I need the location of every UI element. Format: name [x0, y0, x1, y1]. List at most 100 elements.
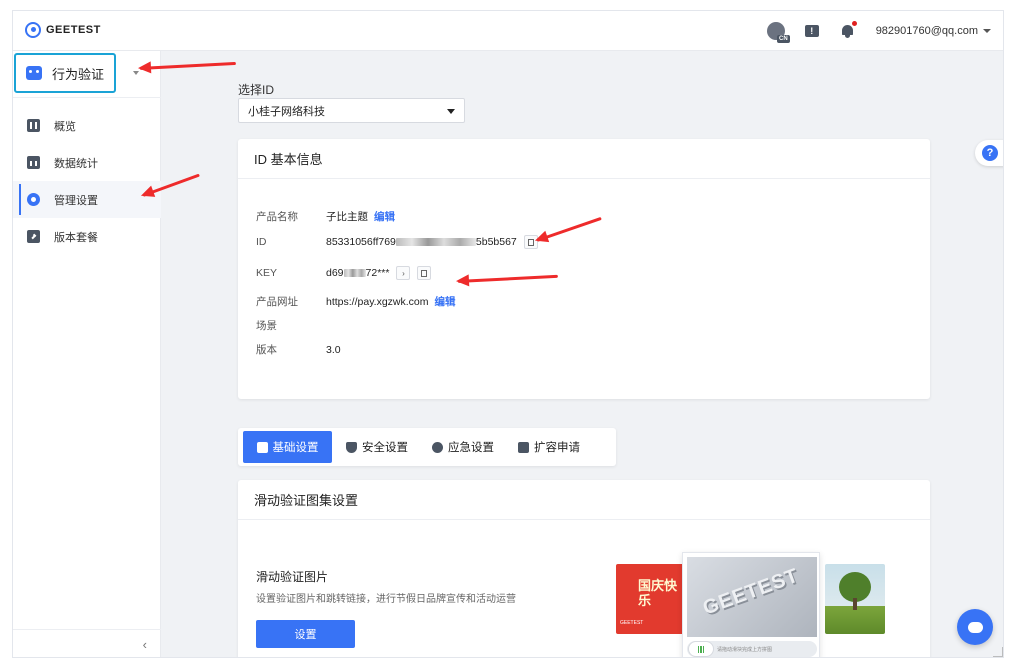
stats-icon — [27, 156, 40, 169]
question-icon: ? — [982, 145, 998, 161]
sidebar-nav: 概览 数据统计 管理设置 版本套餐 — [13, 107, 161, 255]
sidebar-item-settings[interactable]: 管理设置 — [13, 181, 161, 218]
brand-name: GEETEST — [46, 24, 101, 36]
info-row-id: ID 85331056ff769 5b5b567 — [256, 235, 538, 249]
info-row-key: KEY d69 72*** › — [256, 266, 432, 280]
edit-url-link[interactable]: 编辑 — [435, 294, 456, 309]
tab-basic[interactable]: 基础设置 — [243, 431, 332, 463]
top-actions: CN ! 982901760@qq.com — [758, 11, 991, 51]
info-row-url: 产品网址 https://pay.xgzwk.com 编辑 — [256, 294, 456, 309]
id-info-card: ID 基本信息 产品名称 子比主题 编辑 ID 85331056ff769 5b5… — [238, 139, 930, 399]
chat-bubble-icon — [967, 621, 983, 633]
edit-name-link[interactable]: 编辑 — [374, 209, 395, 224]
info-row-scene: 场景 — [256, 318, 326, 333]
sidebar-item-overview[interactable]: 概览 — [13, 107, 161, 144]
captcha-image-text: GEETEST — [700, 564, 802, 620]
captcha-slider-track: 请拖动滑块完成上方拼图 — [687, 641, 817, 657]
copy-icon — [527, 238, 534, 246]
card-title: 滑动验证图集设置 — [238, 480, 930, 520]
info-value-id: 85331056ff769 5b5b567 — [326, 236, 517, 248]
info-value: 子比主题 — [326, 211, 368, 223]
info-key: 场景 — [256, 320, 277, 332]
copy-icon — [421, 269, 428, 277]
info-value-key: d69 72*** — [326, 267, 389, 279]
sidebar: 行为验证 概览 数据统计 管理设置 版本套餐 ‹ — [13, 51, 161, 657]
id-suffix: 5b5b567 — [475, 236, 517, 248]
package-icon — [27, 230, 40, 243]
language-button[interactable]: CN — [758, 11, 794, 51]
overview-icon — [27, 119, 40, 132]
sidebar-item-label: 数据统计 — [54, 157, 98, 170]
gear-icon — [27, 193, 40, 206]
key-prefix: d69 — [326, 267, 344, 279]
info-key: 版本 — [256, 344, 277, 356]
message-icon: ! — [804, 25, 819, 37]
collapse-sidebar-button[interactable]: ‹ — [13, 629, 161, 657]
info-row-name: 产品名称 子比主题 编辑 — [256, 209, 395, 224]
tab-label: 安全设置 — [362, 442, 408, 454]
tab-security[interactable]: 安全设置 — [336, 431, 418, 463]
chevron-right-icon: › — [402, 268, 405, 278]
tab-emergency[interactable]: 应急设置 — [422, 431, 504, 463]
poster-text: 国庆快乐 — [638, 578, 678, 608]
tab-label: 应急设置 — [448, 442, 494, 454]
info-key: ID — [256, 236, 267, 248]
chevron-left-icon: ‹ — [142, 637, 147, 652]
message-button[interactable]: ! — [794, 11, 830, 51]
info-key: KEY — [256, 267, 278, 279]
info-key: 产品名称 — [256, 211, 298, 223]
sidebar-item-label: 概览 — [54, 120, 76, 133]
redacted-block — [343, 269, 366, 278]
form-icon — [518, 441, 529, 453]
divider — [13, 97, 161, 98]
info-key: 产品网址 — [256, 296, 298, 308]
globe-icon: CN — [766, 22, 790, 43]
id-select[interactable]: 小桂子网络科技 — [238, 98, 465, 123]
captcha-slider-handle[interactable] — [688, 641, 714, 657]
user-menu[interactable]: 982901760@qq.com — [876, 25, 991, 37]
id-select-label: 选择ID — [238, 83, 275, 97]
product-switcher[interactable]: 行为验证 — [14, 53, 116, 93]
basic-settings-icon — [256, 441, 268, 453]
brand-logo[interactable]: GEETEST — [25, 22, 101, 38]
lang-badge: CN — [777, 35, 790, 43]
copy-key-button[interactable] — [417, 266, 432, 280]
reveal-key-button[interactable]: › — [396, 266, 411, 280]
help-button[interactable]: ? — [975, 140, 1003, 166]
sidebar-item-stats[interactable]: 数据统计 — [13, 144, 161, 181]
resize-handle-icon[interactable] — [993, 647, 1003, 657]
tab-expansion[interactable]: 扩容申请 — [508, 431, 590, 463]
tab-label: 基础设置 — [272, 442, 319, 454]
poster-brand: GEETEST — [620, 620, 644, 626]
id-prefix: 85331056ff769 — [326, 236, 396, 248]
slide-gallery-card: 滑动验证图集设置 滑动验证图片 设置验证图片和跳转链接，进行节假日品牌宣传和活动… — [238, 480, 930, 657]
captcha-preview: GEETEST 请拖动滑块完成上方拼图 — [682, 552, 820, 657]
redacted-block — [395, 238, 476, 247]
app-window: GEETEST CN ! 982901760@qq.com 行为验证 概览 数据… — [12, 10, 1004, 658]
alert-icon — [432, 441, 443, 453]
info-value: https://pay.xgzwk.com — [326, 295, 429, 308]
section-title: 滑动验证图片 — [256, 570, 329, 584]
sidebar-item-package[interactable]: 版本套餐 — [13, 218, 161, 255]
setup-button[interactable]: 设置 — [256, 620, 355, 648]
card-title: ID 基本信息 — [238, 139, 930, 179]
chat-button[interactable] — [957, 609, 993, 645]
top-bar: GEETEST CN ! 982901760@qq.com — [13, 11, 1003, 51]
section-description: 设置验证图片和跳转链接，进行节假日品牌宣传和活动运营 — [256, 594, 516, 605]
user-email: 982901760@qq.com — [875, 25, 978, 37]
bell-icon — [841, 24, 854, 38]
holiday-poster-image: 国庆快乐 GEETEST — [616, 564, 686, 634]
chevron-down-icon — [983, 29, 991, 33]
notification-dot — [851, 21, 857, 26]
geetest-logo-icon — [25, 22, 41, 38]
key-suffix: 72*** — [365, 267, 390, 279]
shield-icon — [346, 441, 357, 453]
tab-label: 扩容申请 — [534, 442, 580, 454]
sidebar-item-label: 版本套餐 — [54, 231, 98, 244]
notification-button[interactable] — [830, 11, 866, 51]
settings-tabs: 基础设置 安全设置 应急设置 扩容申请 — [238, 428, 616, 466]
tree-landscape-image — [825, 564, 885, 634]
info-value: 3.0 — [326, 343, 341, 356]
product-label: 行为验证 — [52, 66, 105, 82]
sidebar-item-label: 管理设置 — [54, 194, 98, 207]
